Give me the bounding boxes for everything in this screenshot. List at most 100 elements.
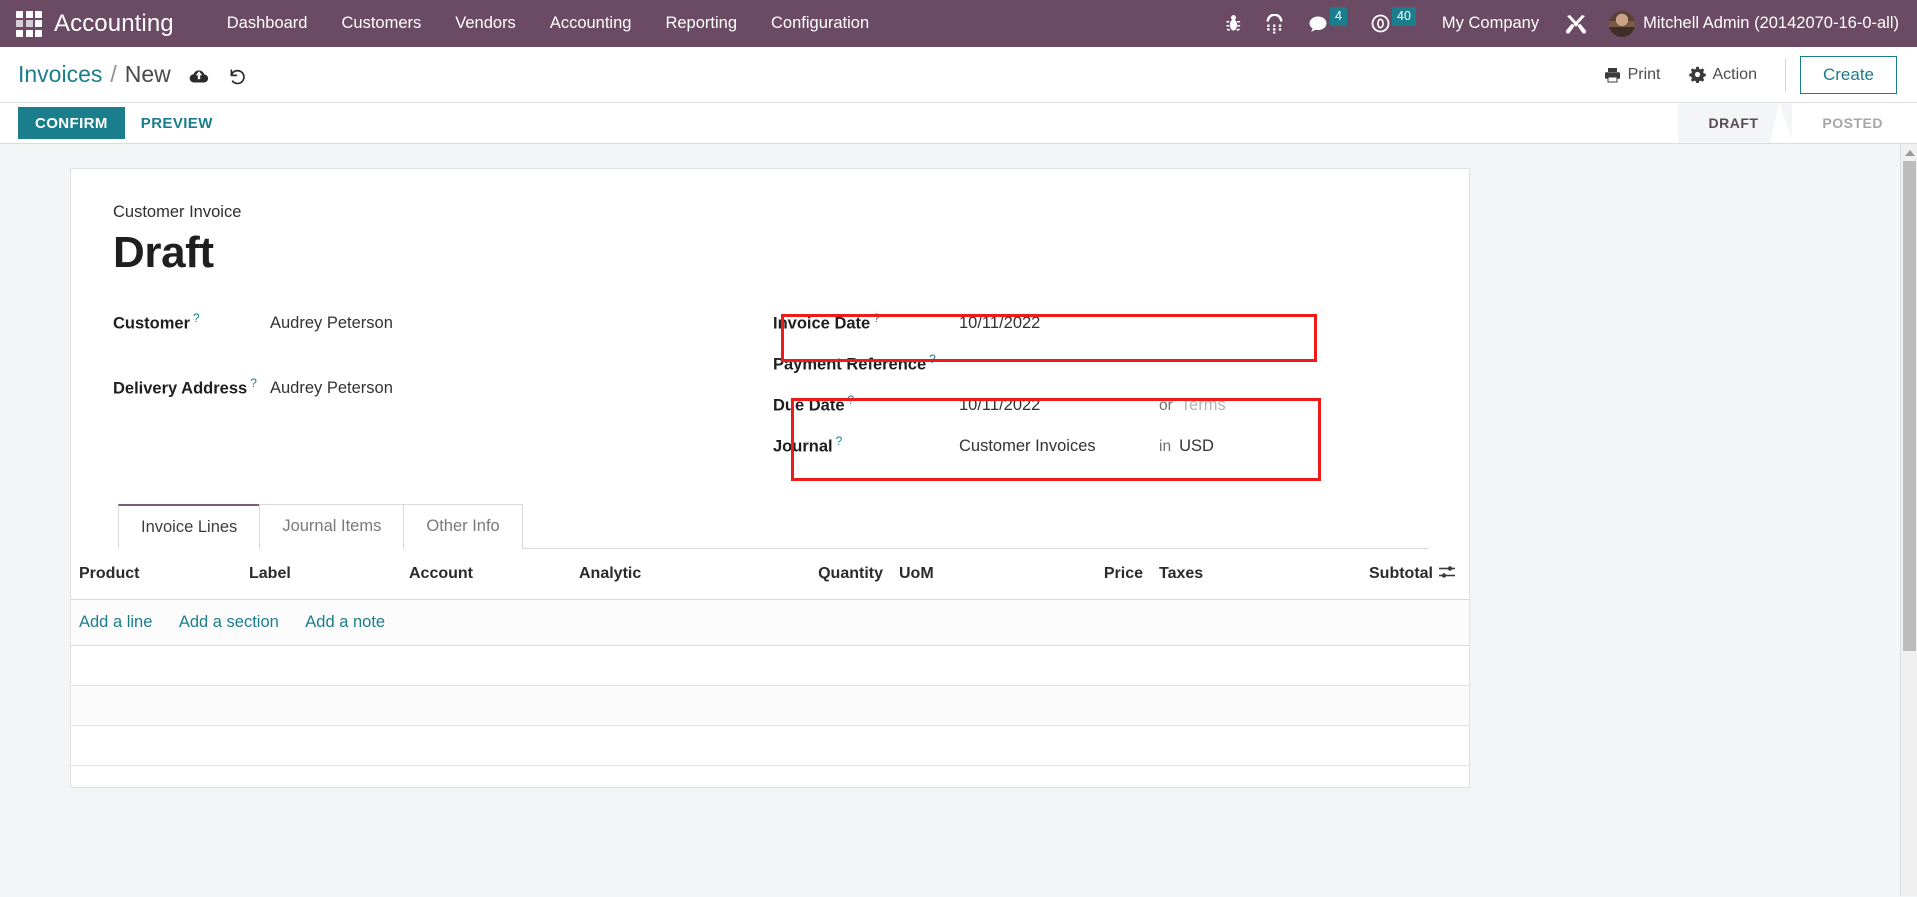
status-action-bar: CONFIRM PREVIEW DRAFT POSTED <box>0 103 1917 144</box>
control-panel-top: Invoices / New Print Action Create <box>0 47 1917 103</box>
column-header-label[interactable]: Label <box>241 548 401 600</box>
menu-item-configuration[interactable]: Configuration <box>754 0 886 47</box>
field-value-payment-terms[interactable]: Terms <box>1181 396 1226 415</box>
column-header-analytic[interactable]: Analytic <box>571 548 781 600</box>
column-header-price[interactable]: Price <box>1051 548 1151 600</box>
document-type-label: Customer Invoice <box>113 203 242 221</box>
apps-grid-cell <box>16 10 23 18</box>
column-header-account[interactable]: Account <box>401 548 571 600</box>
field-label-delivery-address: Delivery Address? <box>113 376 270 399</box>
form-column-left: Customer? Audrey Peterson Delivery Addre… <box>113 305 773 475</box>
table-header: Product Label Account Analytic Quantity … <box>71 548 1469 600</box>
create-button[interactable]: Create <box>1799 55 1897 94</box>
bug-icon[interactable] <box>1214 0 1253 47</box>
tools-wrench-icon[interactable] <box>1553 0 1599 47</box>
label-text: Delivery Address <box>113 379 248 398</box>
notebook-tabs: Invoice Lines Journal Items Other Info <box>118 503 1429 549</box>
apps-grid-cell <box>35 20 42 27</box>
column-header-taxes[interactable]: Taxes <box>1151 548 1361 600</box>
vertical-scrollbar[interactable] <box>1900 144 1917 896</box>
tab-journal-items[interactable]: Journal Items <box>259 503 405 549</box>
apps-grid-icon[interactable] <box>16 10 42 37</box>
action-label: Action <box>1712 65 1757 83</box>
field-value-customer[interactable]: Audrey Peterson <box>270 314 393 333</box>
navbar-systray: 4 40 My Company Mitchell Admin (20142070… <box>1214 0 1903 47</box>
field-due-date: Due Date? 10/11/2022 or Terms <box>773 393 1333 434</box>
column-header-subtotal[interactable]: Subtotal <box>1361 548 1433 600</box>
help-icon[interactable]: ? <box>929 352 936 366</box>
field-value-journal[interactable]: Customer Invoices <box>959 437 1159 456</box>
field-value-currency[interactable]: USD <box>1179 437 1214 456</box>
add-a-line-button[interactable]: Add a line <box>79 613 152 631</box>
due-date-connector: or <box>1159 397 1173 415</box>
add-a-section-button[interactable]: Add a section <box>179 613 279 631</box>
table-row <box>71 725 1469 766</box>
menu-item-reporting[interactable]: Reporting <box>648 0 754 47</box>
field-invoice-date: Invoice Date? 10/11/2022 <box>773 311 1333 352</box>
apps-grid-cell <box>25 29 33 37</box>
empty-cell <box>71 645 1469 686</box>
undo-discard-icon[interactable] <box>227 68 247 86</box>
form-columns: Customer? Audrey Peterson Delivery Addre… <box>113 305 1429 481</box>
add-a-note-button[interactable]: Add a note <box>305 613 385 631</box>
company-switcher[interactable]: My Company <box>1428 14 1553 33</box>
field-label-payment-reference: Payment Reference? <box>773 352 959 375</box>
user-avatar[interactable] <box>1609 10 1636 37</box>
column-header-uom[interactable]: UoM <box>891 548 1051 600</box>
apps-grid-cell <box>35 10 42 18</box>
gear-icon <box>1688 66 1706 83</box>
field-value-due-date[interactable]: 10/11/2022 <box>959 396 1159 415</box>
journal-connector: in <box>1159 438 1172 456</box>
phone-keypad-icon[interactable] <box>1253 0 1296 47</box>
menu-item-vendors[interactable]: Vendors <box>438 0 533 47</box>
status-step-posted[interactable]: POSTED <box>1792 103 1917 143</box>
menu-item-accounting[interactable]: Accounting <box>533 0 649 47</box>
add-line-cell: Add a line Add a section Add a note <box>71 599 1469 646</box>
print-button[interactable]: Print <box>1590 58 1675 92</box>
invoice-lines-table: Product Label Account Analytic Quantity … <box>71 548 1469 766</box>
field-label-journal: Journal? <box>773 434 959 457</box>
field-payment-reference: Payment Reference? <box>773 352 1333 393</box>
scroll-up-arrow-icon[interactable] <box>1901 144 1917 161</box>
preview-button[interactable]: PREVIEW <box>125 103 229 143</box>
column-header-quantity[interactable]: Quantity <box>781 548 891 600</box>
label-text: Journal <box>773 437 833 456</box>
column-header-product[interactable]: Product <box>71 548 241 600</box>
label-text: Payment Reference <box>773 355 927 374</box>
cloud-save-icon[interactable] <box>189 68 209 85</box>
breadcrumb: Invoices / New <box>18 61 171 88</box>
control-panel: Invoices / New Print Action Create CONFI… <box>0 47 1917 144</box>
label-text: Due Date <box>773 396 845 415</box>
help-icon[interactable]: ? <box>193 311 200 325</box>
user-menu[interactable]: Mitchell Admin (20142070-16-0-all) <box>1643 14 1903 33</box>
status-step-draft[interactable]: DRAFT <box>1678 103 1793 143</box>
action-button[interactable]: Action <box>1675 58 1771 92</box>
scroll-thumb[interactable] <box>1903 161 1916 651</box>
form-body: Customer Invoice Draft Customer? Audrey … <box>71 169 1469 549</box>
help-icon[interactable]: ? <box>848 393 855 407</box>
apps-grid-cell <box>35 29 42 37</box>
main-menu: Dashboard Customers Vendors Accounting R… <box>210 0 886 47</box>
help-icon[interactable]: ? <box>873 311 880 325</box>
label-text: Customer <box>113 314 191 333</box>
help-icon[interactable]: ? <box>250 376 257 390</box>
help-icon[interactable]: ? <box>836 434 843 448</box>
empty-cell <box>71 685 1469 726</box>
menu-item-dashboard[interactable]: Dashboard <box>210 0 325 47</box>
field-value-invoice-date[interactable]: 10/11/2022 <box>959 314 1040 333</box>
menu-item-customers[interactable]: Customers <box>324 0 438 47</box>
toolbar-divider <box>1784 57 1786 92</box>
app-brand-accounting[interactable]: Accounting <box>54 10 174 38</box>
tab-invoice-lines[interactable]: Invoice Lines <box>118 503 261 549</box>
tab-other-info[interactable]: Other Info <box>403 503 523 549</box>
apps-grid-cell <box>25 10 33 18</box>
chat-bubble-icon[interactable]: 4 <box>1296 0 1359 47</box>
add-line-row: Add a line Add a section Add a note <box>71 599 1469 646</box>
field-value-delivery-address[interactable]: Audrey Peterson <box>270 379 393 398</box>
empty-cell <box>71 725 1469 766</box>
breadcrumb-invoices[interactable]: Invoices <box>18 61 102 88</box>
clock-activity-icon[interactable]: 40 <box>1359 0 1428 47</box>
apps-grid-cell <box>16 20 23 27</box>
table-row <box>71 685 1469 726</box>
confirm-button[interactable]: CONFIRM <box>18 107 125 139</box>
